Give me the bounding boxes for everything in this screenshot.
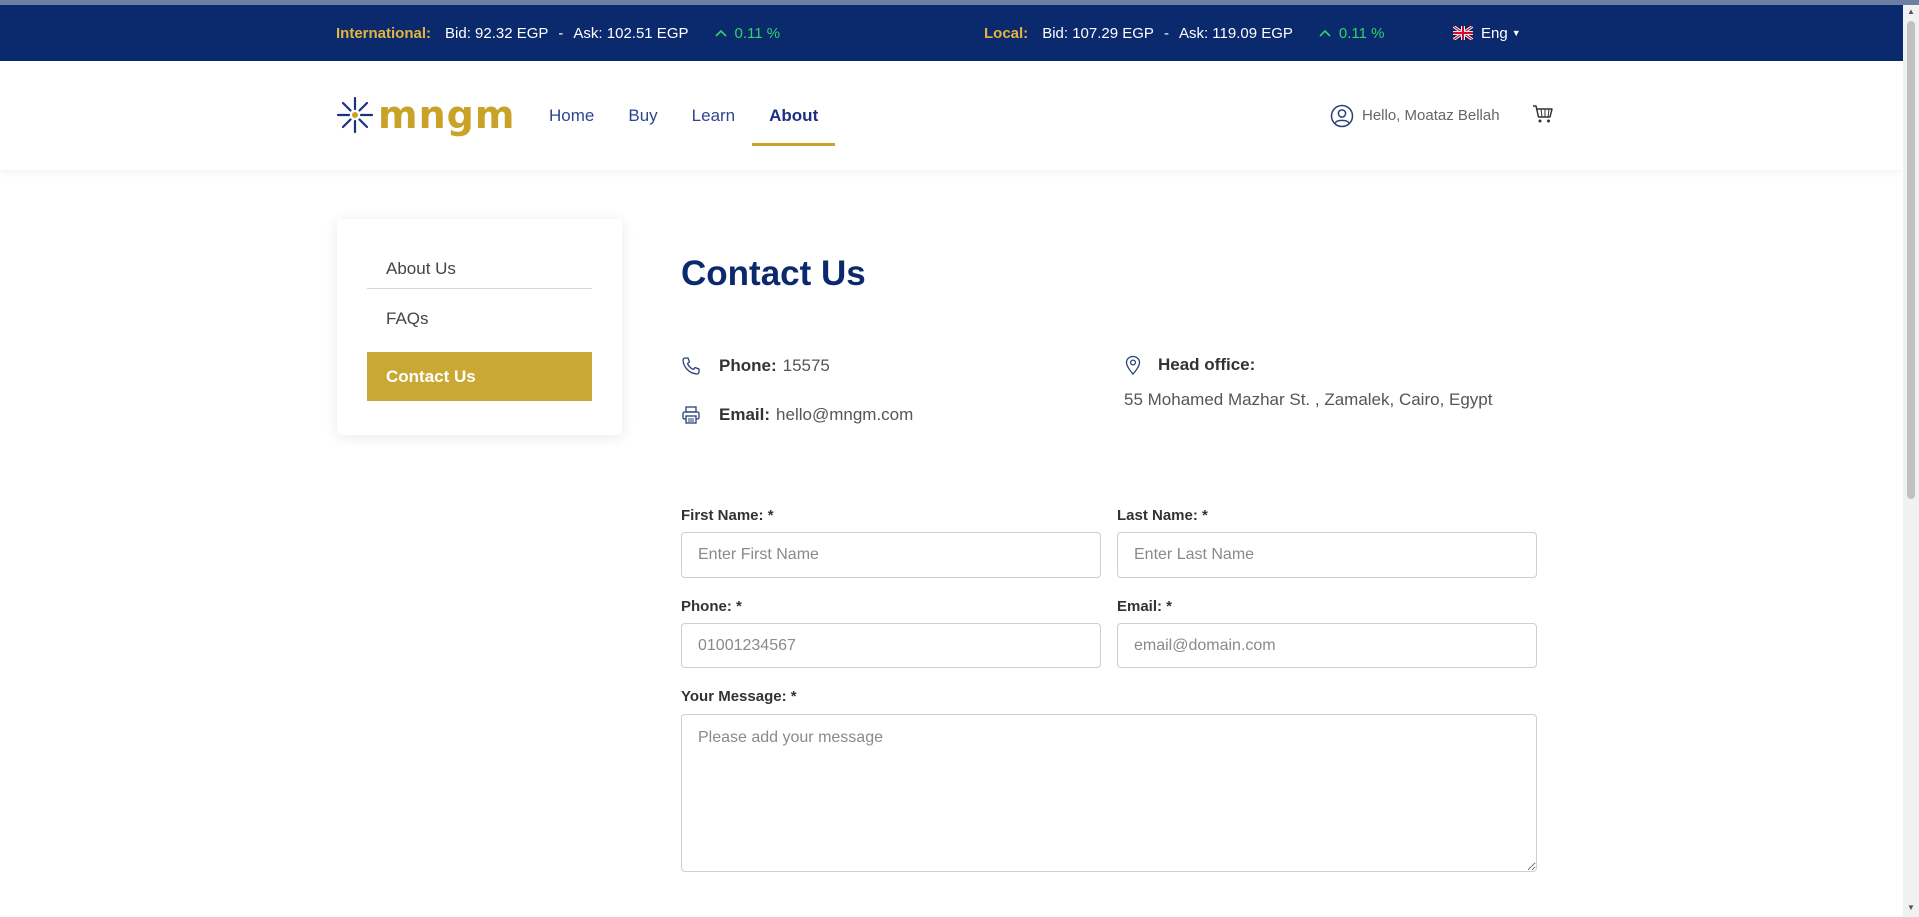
phone-field-label: Phone: * bbox=[681, 598, 742, 615]
international-bid: Bid: 92.32 EGP bbox=[445, 24, 549, 42]
site-header: mngm Home Buy Learn About Hello, Moataz … bbox=[0, 61, 1903, 170]
language-label: Eng bbox=[1481, 24, 1508, 42]
nav-home[interactable]: Home bbox=[532, 61, 611, 170]
price-separator: - bbox=[558, 24, 564, 42]
email-input[interactable] bbox=[1117, 623, 1537, 668]
phone-label: Phone: bbox=[719, 356, 777, 375]
international-price: International: Bid: 92.32 EGP - Ask: 102… bbox=[336, 5, 780, 61]
email-label: Email: bbox=[719, 405, 771, 424]
cart-button[interactable] bbox=[1532, 103, 1554, 130]
local-label: Local: bbox=[984, 24, 1029, 42]
main-nav: Home Buy Learn About bbox=[532, 61, 836, 170]
user-account[interactable]: Hello, Moataz Bellah bbox=[1330, 61, 1500, 170]
uk-flag-icon bbox=[1453, 26, 1473, 40]
scrollbar-thumb[interactable] bbox=[1907, 21, 1915, 499]
international-label: International: bbox=[336, 24, 432, 42]
head-office-address: 55 Mohamed Mazhar St. , Zamalek, Cairo, … bbox=[1124, 390, 1493, 409]
message-label: Your Message: * bbox=[681, 688, 797, 705]
local-change: 0.11 % bbox=[1319, 24, 1385, 42]
logo-wordmark: mngm bbox=[378, 93, 516, 137]
message-textarea[interactable] bbox=[681, 714, 1537, 872]
last-name-input[interactable] bbox=[1117, 532, 1537, 578]
sidebar-item-contact-us[interactable]: Contact Us bbox=[367, 352, 592, 401]
page-title: Contact Us bbox=[681, 254, 866, 293]
sidebar-item-faqs[interactable]: FAQs bbox=[367, 299, 592, 339]
nav-about[interactable]: About bbox=[752, 61, 836, 170]
cart-icon bbox=[1533, 105, 1553, 123]
first-name-input[interactable] bbox=[681, 532, 1101, 578]
phone-icon bbox=[682, 357, 700, 375]
nav-learn[interactable]: Learn bbox=[675, 61, 752, 170]
local-change-value: 0.11 % bbox=[1338, 24, 1385, 42]
sidebar-item-about-us[interactable]: About Us bbox=[367, 249, 592, 289]
language-selector[interactable]: Eng ▼ bbox=[1453, 5, 1521, 61]
printer-icon bbox=[682, 406, 700, 424]
page-scrollbar[interactable]: ▲ ▼ bbox=[1903, 5, 1919, 917]
first-name-label: First Name: * bbox=[681, 507, 774, 524]
contact-head-office: Head office: bbox=[1124, 355, 1261, 375]
contact-email: Email: hello@mngm.com bbox=[681, 405, 913, 425]
scroll-up-icon[interactable]: ▲ bbox=[1907, 7, 1915, 16]
scroll-down-icon[interactable]: ▼ bbox=[1907, 903, 1915, 912]
about-sidebar: About Us FAQs Contact Us bbox=[337, 219, 622, 435]
sunburst-logo-icon bbox=[336, 96, 374, 134]
email-value[interactable]: hello@mngm.com bbox=[776, 405, 913, 425]
local-price: Local: Bid: 107.29 EGP - Ask: 119.09 EGP… bbox=[984, 5, 1384, 61]
user-circle-icon bbox=[1330, 104, 1354, 127]
last-name-label: Last Name: * bbox=[1117, 507, 1208, 524]
phone-input[interactable] bbox=[681, 623, 1101, 668]
arrow-up-icon bbox=[1319, 29, 1331, 37]
international-change: 0.11 % bbox=[714, 24, 781, 42]
caret-down-icon: ▼ bbox=[1511, 28, 1521, 38]
mngm-logo[interactable]: mngm bbox=[336, 96, 515, 134]
nav-buy[interactable]: Buy bbox=[611, 61, 674, 170]
international-ask: Ask: 102.51 EGP bbox=[573, 24, 689, 42]
phone-value: 15575 bbox=[782, 356, 830, 375]
arrow-up-icon bbox=[714, 29, 727, 37]
head-office-label: Head office: bbox=[1158, 355, 1256, 374]
user-greeting: Hello, Moataz Bellah bbox=[1362, 107, 1500, 124]
email-field-label: Email: * bbox=[1117, 598, 1173, 615]
price-separator: - bbox=[1163, 24, 1169, 42]
local-ask: Ask: 119.09 EGP bbox=[1178, 24, 1293, 42]
local-bid: Bid: 107.29 EGP bbox=[1042, 24, 1154, 42]
price-ticker-bar: International: Bid: 92.32 EGP - Ask: 102… bbox=[0, 5, 1903, 61]
international-change-value: 0.11 % bbox=[734, 24, 781, 42]
location-pin-icon bbox=[1125, 355, 1141, 375]
contact-phone: Phone: 15575 bbox=[681, 356, 830, 376]
